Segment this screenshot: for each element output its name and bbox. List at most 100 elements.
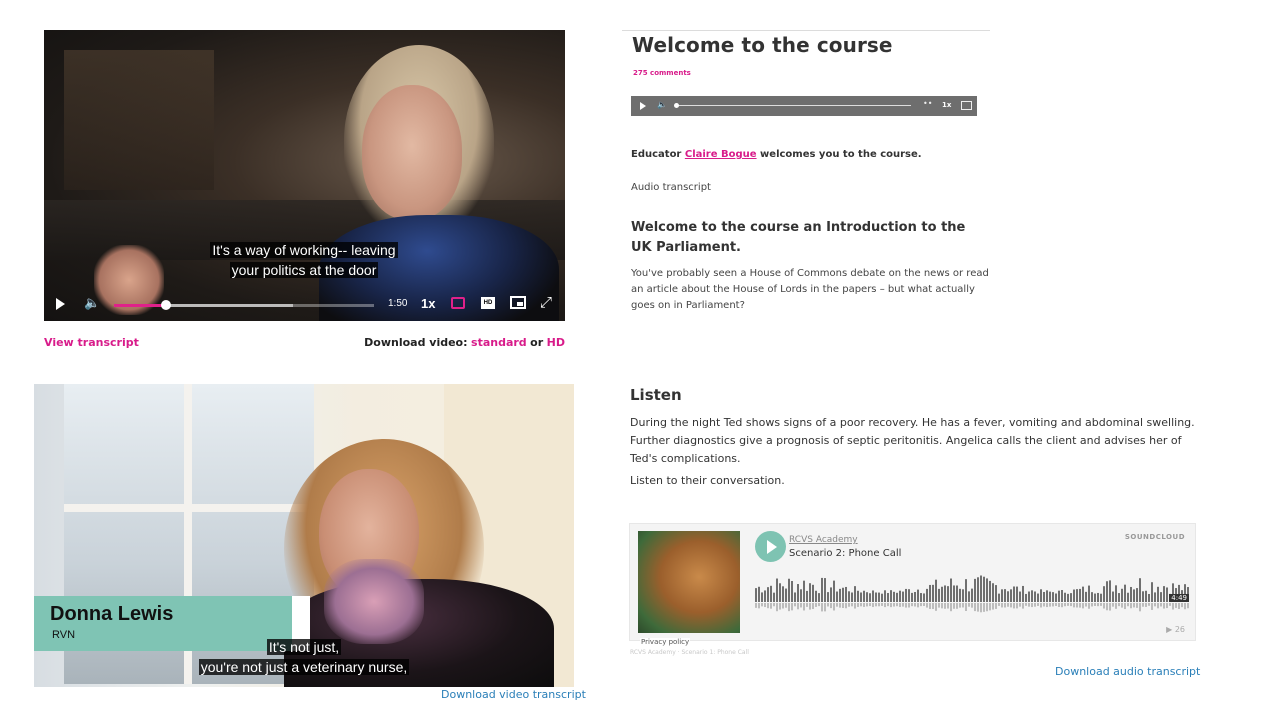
audio-rate-button[interactable]: 1x <box>942 101 951 109</box>
waveform-bar <box>1043 591 1045 602</box>
waveform-reflection <box>989 603 991 611</box>
waveform-reflection <box>779 603 781 610</box>
waveform-bar <box>959 588 961 602</box>
waveform-reflection <box>1076 603 1078 608</box>
download-video-transcript-link[interactable]: Download video transcript <box>441 688 586 701</box>
waveform-reflection <box>863 603 865 607</box>
waveform-reflection <box>1169 603 1171 606</box>
track-artwork[interactable]: Privacy policy <box>638 531 740 646</box>
waveform-reflection <box>1028 603 1030 607</box>
waveform-reflection <box>1136 603 1138 608</box>
waveform-bar <box>851 592 853 602</box>
waveform-reflection <box>758 603 760 609</box>
soundcloud-track-title[interactable]: Scenario 2: Phone Call <box>789 548 901 559</box>
waveform-bar <box>824 578 826 602</box>
audio-player[interactable]: 🔈 •• 1x <box>631 96 977 116</box>
waveform-reflection <box>968 603 970 607</box>
waveform-bar <box>794 592 796 602</box>
waveform-bar <box>764 590 766 602</box>
waveform[interactable] <box>755 574 1190 614</box>
waveform-reflection <box>770 603 772 609</box>
video-background <box>64 50 214 190</box>
waveform-reflection <box>1124 603 1126 610</box>
page-title: Welcome to the course <box>632 33 893 57</box>
waveform-reflection <box>1142 603 1144 607</box>
listen-heading: Listen <box>630 386 682 404</box>
waveform-reflection <box>932 603 934 610</box>
video-player-vet-nurse[interactable]: Donna Lewis RVN It's not just, you're no… <box>34 384 574 687</box>
waveform-reflection <box>947 603 949 609</box>
waveform-reflection <box>881 603 883 606</box>
waveform-bar <box>941 586 943 602</box>
waveform-bar <box>803 580 805 602</box>
waveform-bar <box>800 589 802 602</box>
waveform-bar <box>1058 590 1060 602</box>
comments-link[interactable]: 275 comments <box>633 69 691 77</box>
hd-icon[interactable]: HD <box>481 297 495 309</box>
waveform-bar <box>776 578 778 602</box>
playback-rate-button[interactable]: 1x <box>421 296 435 311</box>
waveform-reflection <box>1070 603 1072 607</box>
audio-play-icon[interactable] <box>640 102 646 110</box>
progress-handle[interactable] <box>161 300 171 310</box>
audio-volume-icon[interactable]: 🔈 <box>657 100 667 109</box>
download-audio-transcript-link[interactable]: Download audio transcript <box>1055 665 1200 678</box>
video-player-parliament[interactable]: It's a way of working-- leaving your pol… <box>44 30 565 321</box>
download-video-label: Download video: <box>364 336 468 349</box>
captions-icon[interactable] <box>451 297 465 309</box>
waveform-reflection <box>974 603 976 612</box>
soundcloud-user-link[interactable]: RCVS Academy <box>789 535 858 545</box>
download-or: or <box>530 336 544 349</box>
waveform-bar <box>1121 588 1123 602</box>
view-transcript-link[interactable]: View transcript <box>44 336 139 349</box>
fullscreen-icon[interactable]: ⤢ <box>540 294 552 311</box>
audio-pip-icon[interactable] <box>961 101 972 110</box>
audio-progress-handle[interactable] <box>674 103 679 108</box>
waveform-bar <box>866 592 868 602</box>
waveform-reflection <box>803 603 805 611</box>
speaker-role: RVN <box>52 629 76 641</box>
waveform-reflection <box>1151 603 1153 610</box>
waveform-bar <box>944 585 946 602</box>
play-icon[interactable] <box>56 298 65 310</box>
waveform-reflection <box>917 603 919 608</box>
waveform-reflection <box>824 603 826 612</box>
waveform-reflection <box>815 603 817 607</box>
video-controls: 🔈 1:50 1x HD ⤢ <box>44 289 565 321</box>
picture-in-picture-icon[interactable] <box>510 296 526 309</box>
volume-icon[interactable]: 🔈 <box>84 295 100 311</box>
waveform-bar <box>998 593 1000 602</box>
waveform-reflection <box>887 603 889 607</box>
waveform-reflection <box>845 603 847 609</box>
waveform-bar <box>1151 582 1153 602</box>
intro-paragraph: You've probably seen a House of Commons … <box>631 268 989 311</box>
waveform-reflection <box>1145 603 1147 607</box>
audio-progress-track[interactable] <box>676 105 911 106</box>
waveform-bar <box>947 586 949 602</box>
download-standard-link[interactable]: standard <box>471 336 527 349</box>
time-remaining: 1:50 <box>388 298 408 309</box>
waveform-bar <box>806 590 808 602</box>
waveform-reflection <box>1016 603 1018 609</box>
waveform-reflection <box>1037 603 1039 606</box>
waveform-bar <box>1046 590 1048 602</box>
download-hd-link[interactable]: HD <box>547 336 565 349</box>
waveform-reflection <box>1139 603 1141 612</box>
speaker-name: Donna Lewis <box>50 603 174 625</box>
waveform-bar <box>935 579 937 602</box>
waveform-reflection <box>809 603 811 610</box>
waveform-reflection <box>1094 603 1096 606</box>
waveform-reflection <box>1133 603 1135 608</box>
waveform-bar <box>890 590 892 602</box>
soundcloud-player[interactable]: Privacy policy RCVS Academy Scenario 2: … <box>629 523 1196 646</box>
waveform-reflection <box>980 603 982 613</box>
caption-line-1: It's not just, <box>266 639 342 655</box>
privacy-policy-link[interactable]: Privacy policy <box>640 638 691 646</box>
waveform-bar <box>860 592 862 602</box>
waveform-reflection <box>1112 603 1114 607</box>
video-links-row: View transcript Download video: standard… <box>44 336 565 352</box>
educator-name-link[interactable]: Claire Bogue <box>685 149 757 160</box>
waveform-bar <box>1094 593 1096 602</box>
soundcloud-logo[interactable]: SOUNDCLOUD <box>1125 533 1185 541</box>
play-icon[interactable] <box>755 531 786 562</box>
